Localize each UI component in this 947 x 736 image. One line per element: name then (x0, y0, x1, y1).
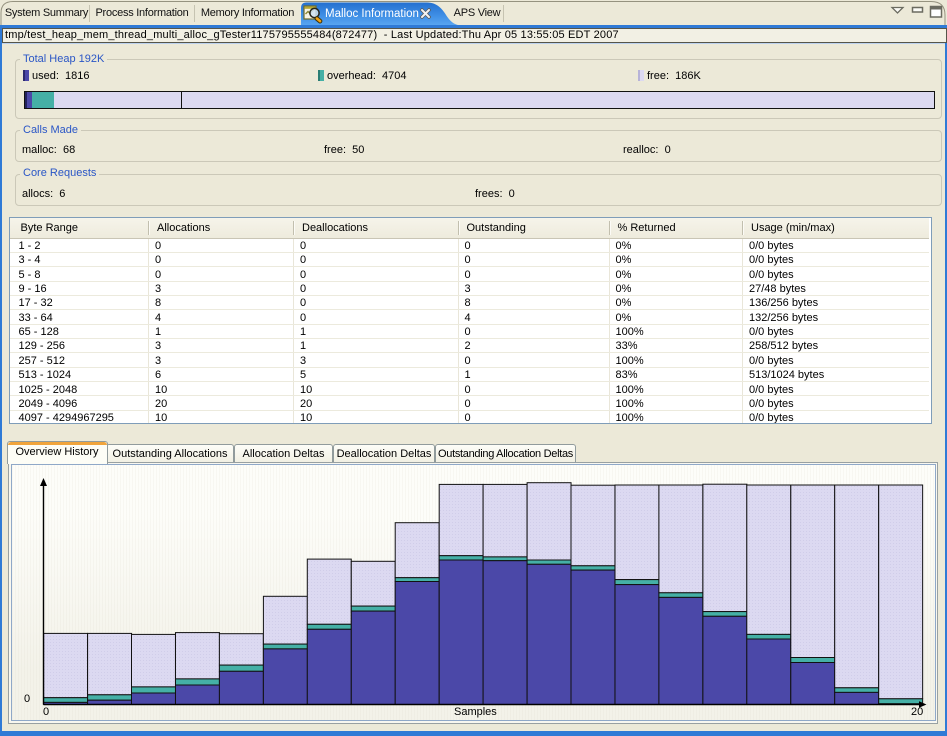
svg-text:20: 20 (911, 706, 923, 718)
svg-text:0: 0 (43, 706, 49, 718)
svg-text:Malloc Information: Malloc Information (325, 8, 419, 20)
svg-text:0: 0 (24, 693, 30, 705)
svg-text:Samples: Samples (454, 706, 497, 718)
